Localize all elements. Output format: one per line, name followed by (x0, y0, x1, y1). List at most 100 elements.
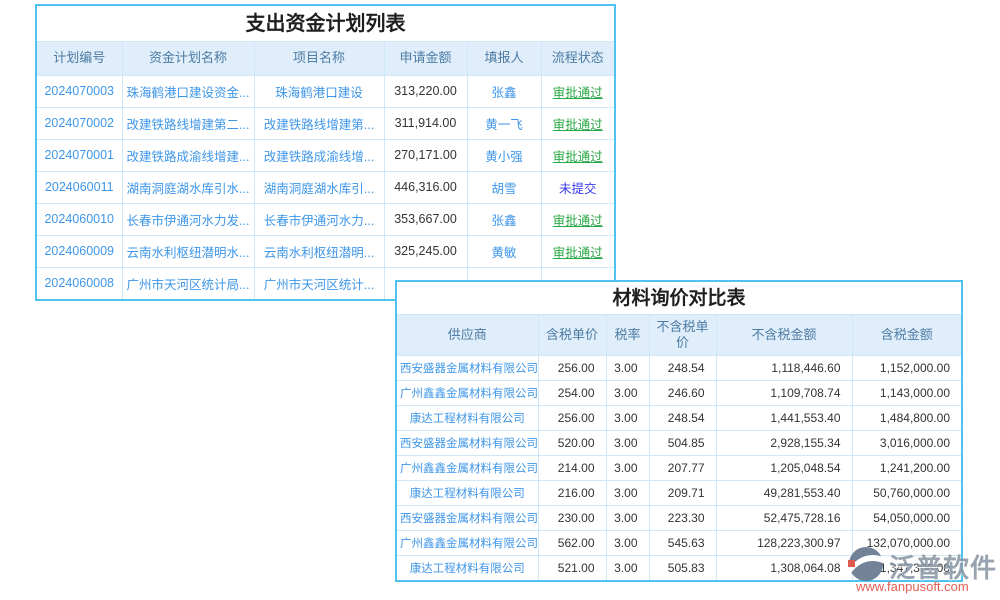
price-excl-tax-cell: 248.54 (649, 405, 716, 430)
project-name-link[interactable]: 改建铁路线增建第... (264, 118, 374, 132)
col-header-amount-incl-tax: 含税金额 (852, 315, 961, 355)
table-row: 2024070003 珠海鹤港口建设资金... 珠海鹤港口建设 313,220.… (37, 75, 614, 107)
plan-id-link[interactable]: 2024070003 (44, 84, 114, 98)
tax-rate-cell: 3.00 (606, 505, 649, 530)
col-header-project: 项目名称 (254, 42, 384, 75)
project-name-link[interactable]: 云南水利枢纽潜明... (264, 246, 374, 260)
reporter-link[interactable]: 黄敏 (491, 246, 516, 260)
price-excl-tax-cell: 207.77 (649, 455, 716, 480)
amount-excl-tax-cell: 128,223,300.97 (716, 530, 852, 555)
amount-cell: 270,171.00 (384, 139, 467, 171)
fund-plan-name-link[interactable]: 改建铁路成渝线增建... (127, 150, 250, 164)
supplier-link[interactable]: 西安盛器金属材料有限公司 (400, 363, 538, 375)
plan-id-link[interactable]: 2024060008 (44, 276, 114, 290)
plan-id-link[interactable]: 2024070001 (44, 148, 114, 162)
col-header-price-excl-tax: 不含税单价 (649, 315, 716, 355)
reporter-link[interactable]: 张鑫 (491, 214, 516, 228)
status-text: 未提交 (559, 182, 597, 196)
project-name-link[interactable]: 湖南洞庭湖水库引... (264, 182, 374, 196)
status-link[interactable]: 审批通过 (553, 118, 603, 132)
amount-cell: 313,220.00 (384, 75, 467, 107)
supplier-link[interactable]: 康达工程材料有限公司 (410, 413, 525, 425)
status-link[interactable]: 审批通过 (553, 86, 603, 100)
amount-excl-tax-cell: 49,281,553.40 (716, 480, 852, 505)
price-incl-tax-cell: 256.00 (538, 355, 606, 380)
price-excl-tax-cell: 545.63 (649, 530, 716, 555)
col-header-price-incl-tax: 含税单价 (538, 315, 606, 355)
col-header-amount-excl-tax: 不含税金额 (716, 315, 852, 355)
col-header-flow-status: 流程状态 (541, 42, 614, 75)
amount-cell: 353,667.00 (384, 203, 467, 235)
quote-table-header-row: 供应商 含税单价 税率 不含税单价 不含税金额 含税金额 (397, 315, 961, 355)
tax-rate-cell: 3.00 (606, 530, 649, 555)
col-header-reporter: 填报人 (467, 42, 541, 75)
table-row: 康达工程材料有限公司 256.00 3.00 248.54 1,441,553.… (397, 405, 961, 430)
reporter-link[interactable]: 胡雪 (491, 182, 516, 196)
material-inquiry-comparison-table: 材料询价对比表 供应商 含税单价 税率 不含税单价 不含税金额 含税金额 西安盛… (395, 280, 963, 582)
supplier-link[interactable]: 康达工程材料有限公司 (410, 563, 525, 575)
plan-table-header-row: 计划编号 资金计划名称 项目名称 申请金额 填报人 流程状态 (37, 42, 614, 75)
table-row: 西安盛器金属材料有限公司 256.00 3.00 248.54 1,118,44… (397, 355, 961, 380)
reporter-link[interactable]: 黄一飞 (485, 118, 523, 132)
col-header-supplier: 供应商 (397, 315, 538, 355)
project-name-link[interactable]: 珠海鹤港口建设 (275, 86, 363, 100)
fund-plan-name-link[interactable]: 湖南洞庭湖水库引水... (127, 182, 250, 196)
supplier-link[interactable]: 西安盛器金属材料有限公司 (400, 513, 538, 525)
table-row: 2024060011 湖南洞庭湖水库引水... 湖南洞庭湖水库引... 446,… (37, 171, 614, 203)
tax-rate-cell: 3.00 (606, 355, 649, 380)
price-incl-tax-cell: 214.00 (538, 455, 606, 480)
plan-id-link[interactable]: 2024060011 (45, 180, 114, 194)
supplier-link[interactable]: 康达工程材料有限公司 (410, 488, 525, 500)
tax-rate-cell: 3.00 (606, 555, 649, 580)
table-row: 广州鑫鑫金属材料有限公司 254.00 3.00 246.60 1,109,70… (397, 380, 961, 405)
plan-id-link[interactable]: 2024070002 (44, 116, 114, 130)
project-name-link[interactable]: 广州市天河区统计... (264, 278, 374, 292)
table-row: 广州鑫鑫金属材料有限公司 214.00 3.00 207.77 1,205,04… (397, 455, 961, 480)
price-incl-tax-cell: 562.00 (538, 530, 606, 555)
price-excl-tax-cell: 504.85 (649, 430, 716, 455)
tax-rate-cell: 3.00 (606, 455, 649, 480)
fund-plan-name-link[interactable]: 长春市伊通河水力发... (127, 214, 250, 228)
amount-excl-tax-cell: 1,109,708.74 (716, 380, 852, 405)
watermark: 泛普软件 www.fanpusoft.com (846, 541, 998, 597)
project-name-link[interactable]: 改建铁路成渝线增... (264, 150, 374, 164)
plan-id-link[interactable]: 2024060010 (44, 212, 114, 226)
amount-incl-tax-cell: 3,016,000.00 (852, 430, 961, 455)
table-row: 西安盛器金属材料有限公司 230.00 3.00 223.30 52,475,7… (397, 505, 961, 530)
fund-plan-name-link[interactable]: 珠海鹤港口建设资金... (127, 86, 250, 100)
plan-id-link[interactable]: 2024060009 (44, 244, 114, 258)
tax-rate-cell: 3.00 (606, 405, 649, 430)
amount-cell: 325,245.00 (384, 235, 467, 267)
supplier-link[interactable]: 广州鑫鑫金属材料有限公司 (400, 538, 538, 550)
status-link[interactable]: 审批通过 (553, 246, 603, 260)
amount-incl-tax-cell: 1,484,800.00 (852, 405, 961, 430)
status-link[interactable]: 审批通过 (553, 150, 603, 164)
fund-plan-name-link[interactable]: 广州市天河区统计局... (127, 278, 250, 292)
plan-table: 计划编号 资金计划名称 项目名称 申请金额 填报人 流程状态 202407000… (37, 42, 614, 299)
fund-plan-name-link[interactable]: 云南水利枢纽潜明水... (127, 246, 250, 260)
supplier-link[interactable]: 广州鑫鑫金属材料有限公司 (400, 388, 538, 400)
table-row: 西安盛器金属材料有限公司 520.00 3.00 504.85 2,928,15… (397, 430, 961, 455)
status-link[interactable]: 审批通过 (553, 214, 603, 228)
supplier-link[interactable]: 西安盛器金属材料有限公司 (400, 438, 538, 450)
price-incl-tax-cell: 520.00 (538, 430, 606, 455)
amount-incl-tax-cell: 54,050,000.00 (852, 505, 961, 530)
table-row: 2024070001 改建铁路成渝线增建... 改建铁路成渝线增... 270,… (37, 139, 614, 171)
tax-rate-cell: 3.00 (606, 430, 649, 455)
reporter-link[interactable]: 张鑫 (491, 86, 516, 100)
col-header-fund-plan: 资金计划名称 (122, 42, 254, 75)
price-incl-tax-cell: 254.00 (538, 380, 606, 405)
price-excl-tax-cell: 248.54 (649, 355, 716, 380)
col-header-tax-rate: 税率 (606, 315, 649, 355)
amount-incl-tax-cell: 1,152,000.00 (852, 355, 961, 380)
fanpu-logo-icon (846, 544, 886, 584)
supplier-link[interactable]: 广州鑫鑫金属材料有限公司 (400, 463, 538, 475)
fund-plan-name-link[interactable]: 改建铁路线增建第二... (127, 118, 250, 132)
project-name-link[interactable]: 长春市伊通河水力... (264, 214, 374, 228)
price-excl-tax-cell: 246.60 (649, 380, 716, 405)
price-excl-tax-cell: 505.83 (649, 555, 716, 580)
price-incl-tax-cell: 216.00 (538, 480, 606, 505)
quote-table-title: 材料询价对比表 (397, 282, 961, 315)
amount-excl-tax-cell: 52,475,728.16 (716, 505, 852, 530)
reporter-link[interactable]: 黄小强 (485, 150, 523, 164)
